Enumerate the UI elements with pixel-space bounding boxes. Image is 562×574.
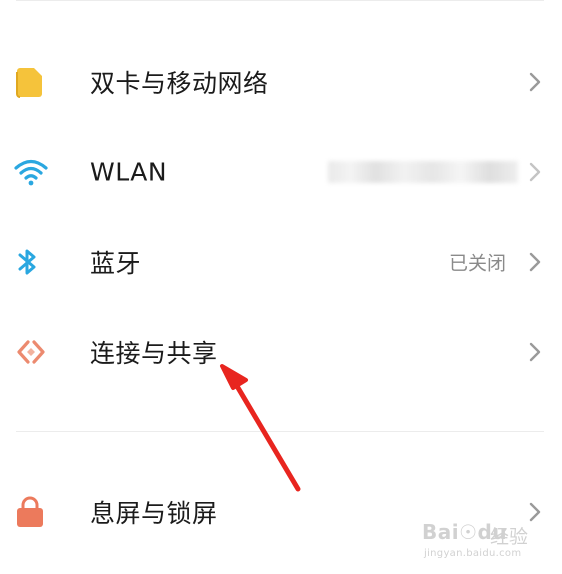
wlan-network-name-redacted bbox=[328, 161, 518, 183]
lock-icon bbox=[14, 467, 48, 557]
setting-row-bluetooth[interactable]: 蓝牙 已关闭 bbox=[0, 217, 562, 307]
setting-label: 连接与共享 bbox=[90, 339, 218, 368]
setting-row-lock-screen[interactable]: 息屏与锁屏 bbox=[0, 467, 562, 557]
bluetooth-status: 已关闭 bbox=[448, 252, 506, 275]
chevron-right-icon bbox=[529, 72, 541, 92]
setting-row-wlan[interactable]: WLAN bbox=[0, 127, 562, 217]
setting-label: WLAN bbox=[90, 157, 168, 187]
section-divider bbox=[16, 431, 544, 432]
chevron-right-icon bbox=[529, 342, 541, 362]
top-divider bbox=[16, 0, 544, 1]
chevron-right-icon bbox=[529, 162, 541, 182]
chevron-right-icon bbox=[529, 252, 541, 272]
settings-screen: 双卡与移动网络 WLAN 蓝牙 已关闭 连接与共享 息屏与锁屏 Bai☉du 经… bbox=[0, 0, 562, 574]
wifi-icon bbox=[14, 127, 48, 217]
setting-label: 双卡与移动网络 bbox=[90, 69, 269, 98]
setting-label: 息屏与锁屏 bbox=[90, 499, 218, 528]
setting-row-connection-sharing[interactable]: 连接与共享 bbox=[0, 307, 562, 397]
bluetooth-icon bbox=[14, 217, 48, 307]
connection-share-icon bbox=[14, 307, 48, 397]
sim-card-icon bbox=[14, 37, 48, 127]
setting-row-dual-sim[interactable]: 双卡与移动网络 bbox=[0, 37, 562, 127]
chevron-right-icon bbox=[529, 502, 541, 522]
setting-label: 蓝牙 bbox=[90, 249, 142, 278]
